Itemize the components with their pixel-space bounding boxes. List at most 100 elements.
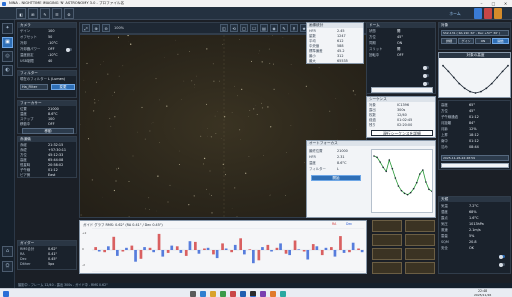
star-dot (148, 209, 150, 210)
camera-row-temp: 温度設定 -10°C (20, 53, 58, 57)
taskbar-app-icon[interactable] (270, 290, 276, 297)
autofocus-row: 最終位置 21000 (309, 149, 348, 153)
target-tab-3[interactable]: ON (475, 38, 491, 44)
toolbar-tool-3[interactable]: ✎ (40, 8, 50, 19)
minimize-button[interactable]: – (476, 0, 487, 7)
thumbnail[interactable] (405, 234, 435, 246)
toolbar-tool-5[interactable]: ⚙ (64, 8, 74, 19)
weather-safe-toggle[interactable] (499, 254, 505, 259)
dome-action-button[interactable] (371, 87, 433, 93)
star-dot (115, 180, 117, 182)
target-header: 対象 (439, 23, 510, 28)
taskbar-nina-icon[interactable] (250, 290, 256, 297)
stats-header: 画像統計 (307, 23, 363, 28)
star-dot (352, 90, 355, 92)
equipment-icon[interactable]: ✦ (2, 23, 13, 34)
dome-slit-toggle[interactable] (423, 73, 429, 78)
star-dot (159, 142, 160, 143)
taskbar-app-icon[interactable] (260, 290, 266, 297)
alert-icon[interactable] (494, 8, 502, 19)
connect-icon[interactable] (474, 8, 482, 19)
star-dot (210, 195, 212, 196)
sequence-detail-button[interactable]: 現行シーケンスを詳細 (371, 130, 433, 136)
toolbar-tool-2[interactable]: ⊞ (28, 8, 38, 19)
info-row: 月距離 84° (441, 121, 476, 125)
weather-panel: 天候 気温 7.2°C 湿度 68% 露点 1.6°C 気圧 1013hPa 風速 2.1… (438, 196, 511, 274)
dome-rotate-toggle[interactable] (423, 81, 429, 86)
zoom-in-icon[interactable]: ⊕ (92, 24, 100, 32)
start-icon[interactable] (3, 290, 9, 297)
record-icon[interactable] (484, 8, 492, 19)
filter-select[interactable]: Ha_Filter (20, 84, 48, 90)
star-dot (272, 35, 273, 36)
home-icon[interactable]: ⌂ (2, 246, 13, 257)
star-dot (110, 125, 112, 127)
target-tab-4[interactable]: 開始 (492, 38, 509, 44)
thumbnail[interactable] (405, 262, 435, 274)
date-select[interactable]: 2025-11-26-22:48:59 (441, 155, 509, 161)
flat-icon[interactable]: ◐ (2, 65, 13, 76)
autofocus-start-button[interactable]: 開始 (311, 175, 361, 181)
guide-bar-ra (194, 241, 197, 250)
thumbnail[interactable] (372, 220, 402, 232)
grid-icon[interactable]: ▤ (260, 24, 268, 32)
camera-row-usb: USB制限 40 (20, 59, 53, 63)
main-toolbar: ◧ ⊞ ✎ ☰ ⚙ ホーム (0, 7, 512, 20)
framing-icon[interactable]: ◎ (2, 51, 13, 62)
focus-point (373, 155, 375, 157)
star-dot (305, 85, 307, 87)
altitude-header: 対象の高度 (439, 53, 510, 58)
window-titlebar: NINA - NIGHTTIME IMAGING 'N' ASTRONOMY 3… (0, 0, 512, 7)
filter-change-button[interactable]: 変更 (51, 84, 75, 90)
target-tab-2[interactable]: ゲイン (458, 38, 474, 44)
toolbar-tool-1[interactable]: ◧ (16, 8, 26, 19)
target-select[interactable]: Sh2-131 ( RA 21h 32' , Dec +57° 30' ) (441, 30, 509, 36)
star-dot (94, 102, 96, 104)
settings-icon[interactable]: ⛭ (2, 261, 13, 272)
taskbar-app-icon[interactable] (200, 290, 206, 297)
star-dot (211, 212, 213, 214)
weather-alert-toggle[interactable] (499, 262, 505, 267)
taskbar-app-icon[interactable] (230, 290, 236, 297)
thumbnail[interactable] (405, 248, 435, 260)
weather-row: 風速 2.1m/s (441, 228, 481, 232)
frame-icon[interactable]: □ (240, 24, 248, 32)
focuser-move-button[interactable]: 移動 (22, 128, 74, 134)
thumbnail[interactable] (372, 248, 402, 260)
imaging-icon[interactable]: ▣ (2, 37, 13, 48)
close-button[interactable]: ✕ (500, 0, 511, 7)
altitude-point (490, 82, 493, 85)
taskbar-app-icon[interactable] (210, 290, 216, 297)
select-icon[interactable]: ☐ (250, 24, 258, 32)
fit-icon[interactable]: ⤢ (82, 24, 90, 32)
home-status[interactable]: ホーム (440, 8, 470, 19)
cooler-toggle[interactable] (66, 47, 72, 52)
zoom-out-icon[interactable]: ⊖ (102, 24, 110, 32)
star-dot (100, 64, 101, 65)
weather-row: 雲量 5% (441, 234, 475, 238)
star-dot (183, 80, 185, 82)
thumbnail[interactable] (405, 220, 435, 232)
taskbar-app-icon[interactable] (240, 290, 246, 297)
star-dot (206, 103, 208, 105)
search-icon[interactable]: ⚲ (290, 24, 298, 32)
taskbar-app-icon[interactable] (280, 290, 286, 297)
star-dot (202, 163, 205, 165)
crosshair-icon[interactable]: ◫ (220, 24, 228, 32)
altitude-point (442, 64, 444, 67)
dome-sync-toggle[interactable] (423, 65, 429, 70)
taskbar-app-icon[interactable] (190, 290, 196, 297)
rotate-icon[interactable]: ⟲ (230, 24, 238, 32)
stretch-icon[interactable]: ◈ (270, 24, 278, 32)
altitude-point (501, 70, 504, 73)
taskbar-app-icon[interactable] (220, 290, 226, 297)
annotate-icon[interactable]: ✎ (280, 24, 288, 32)
target-tab-1[interactable]: 詳細 (441, 38, 457, 44)
guide-bar-ra (121, 250, 125, 252)
guider-row: Dither 5px (20, 262, 55, 266)
thumbnail[interactable] (372, 262, 402, 274)
maximize-button[interactable]: □ (488, 0, 499, 7)
toolbar-tool-4[interactable]: ☰ (52, 8, 62, 19)
apply-date-button[interactable] (441, 163, 509, 168)
thumbnail[interactable] (372, 234, 402, 246)
